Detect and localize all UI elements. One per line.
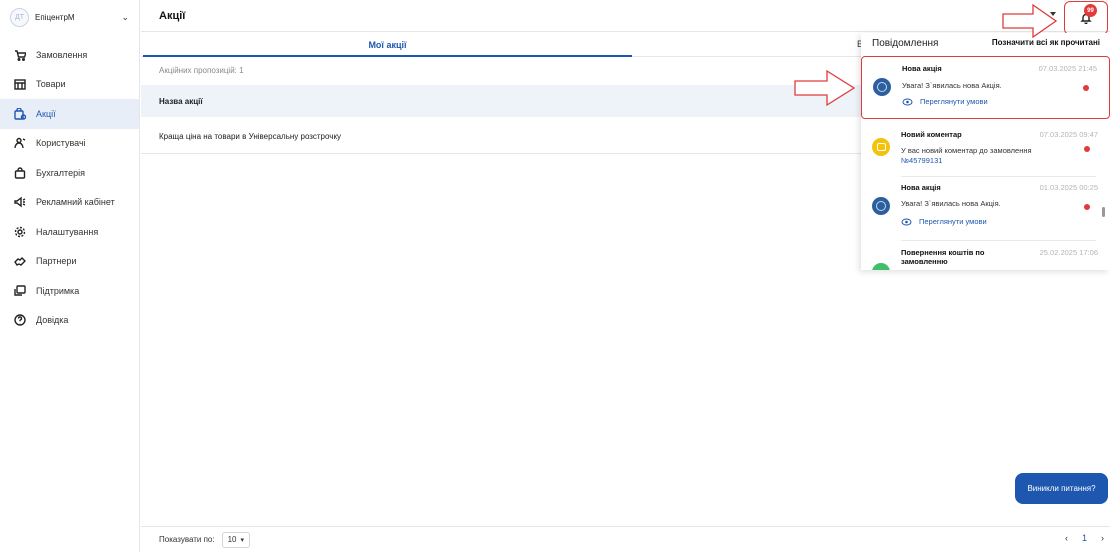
help-icon bbox=[13, 313, 27, 327]
annotation-arrow-icon bbox=[1002, 3, 1058, 39]
sidebar-item-products[interactable]: Товари bbox=[0, 70, 139, 100]
cart-icon bbox=[13, 48, 27, 62]
notification-item[interactable]: Нова акція 01.03.2025 00:25 Увага! З`яви… bbox=[861, 179, 1110, 237]
sidebar-item-label: Замовлення bbox=[36, 49, 88, 60]
help-chat-button[interactable]: Виникли питання? bbox=[1015, 473, 1108, 504]
per-page-select[interactable]: 10 ▾ bbox=[221, 531, 251, 548]
mark-all-read-button[interactable]: Позначити всі як прочитані bbox=[992, 38, 1100, 47]
bag-icon bbox=[13, 166, 27, 180]
sidebar-item-label: Партнери bbox=[36, 256, 77, 267]
notifications-title: Повідомлення bbox=[872, 37, 939, 49]
sidebar-item-orders[interactable]: Замовлення bbox=[0, 40, 139, 70]
support-icon bbox=[13, 284, 27, 298]
prev-page-icon[interactable]: ‹ bbox=[1065, 533, 1068, 543]
notifications-button[interactable]: 99 bbox=[1064, 1, 1108, 35]
gear-icon bbox=[13, 225, 27, 239]
handshake-icon bbox=[13, 254, 27, 268]
divider bbox=[901, 240, 1096, 241]
notification-text: У вас новий коментар до замовлення №4579… bbox=[901, 146, 1071, 166]
view-terms-label: Переглянути умови bbox=[919, 217, 987, 226]
notification-item[interactable]: Повернення коштів по замовленню 25.02.20… bbox=[861, 245, 1110, 270]
per-page-label: Показувати по: bbox=[159, 535, 215, 544]
notification-date: 25.02.2025 17:06 bbox=[1039, 248, 1098, 257]
comment-icon bbox=[872, 138, 890, 156]
sidebar-item-label: Товари bbox=[36, 79, 66, 90]
users-icon bbox=[13, 136, 27, 150]
notification-date: 07.03.2025 21:45 bbox=[1038, 64, 1097, 73]
unread-dot bbox=[1084, 204, 1090, 210]
chevron-down-icon: ⌄ bbox=[121, 11, 129, 22]
page-header: Акції bbox=[141, 0, 1110, 32]
promo-icon bbox=[872, 197, 890, 215]
page-title: Акції bbox=[159, 9, 186, 22]
account-switcher[interactable]: ДТ ЕпіцентрМ ⌄ bbox=[0, 0, 139, 34]
sidebar-item-users[interactable]: Користувачі bbox=[0, 129, 139, 159]
order-link[interactable]: №45799131 bbox=[901, 156, 942, 165]
sidebar-item-label: Налаштування bbox=[36, 226, 99, 237]
sidebar-item-label: Бухгалтерія bbox=[36, 167, 85, 178]
tab-my-promotions[interactable]: Мої акції bbox=[143, 33, 632, 57]
chevron-down-icon: ▾ bbox=[240, 536, 245, 544]
next-page-icon[interactable]: › bbox=[1101, 533, 1104, 543]
pager: ‹ 1 › bbox=[1065, 533, 1104, 543]
eye-icon bbox=[901, 218, 912, 225]
sidebar-item-label: Користувачі bbox=[36, 138, 86, 149]
refund-icon bbox=[872, 263, 890, 270]
notifications-panel: Повідомлення Позначити всі як прочитані … bbox=[861, 33, 1110, 270]
notification-item[interactable]: Нова акція 07.03.2025 21:45 Увага! З`яви… bbox=[861, 56, 1110, 119]
sidebar-item-help[interactable]: Довідка bbox=[0, 306, 139, 336]
table-header: Назва акції bbox=[141, 85, 861, 117]
megaphone-icon bbox=[13, 195, 27, 209]
store-icon bbox=[13, 77, 27, 91]
promo-tabs: Мої акції В bbox=[141, 33, 863, 57]
scrollbar[interactable] bbox=[1102, 207, 1105, 217]
per-page-value: 10 bbox=[227, 535, 237, 544]
sidebar-item-label: Довідка bbox=[36, 315, 69, 326]
notification-text: Увага! З`явилась нова Акція. bbox=[901, 199, 1001, 208]
divider bbox=[901, 176, 1096, 177]
unread-dot bbox=[1084, 146, 1090, 152]
view-terms-link[interactable]: Переглянути умови bbox=[902, 97, 988, 106]
notification-text: Увага! З`явилась нова Акція. bbox=[902, 81, 1002, 90]
sidebar-item-settings[interactable]: Налаштування bbox=[0, 217, 139, 247]
sidebar: ДТ ЕпіцентрМ ⌄ Замовлення Товари Акції К… bbox=[0, 0, 140, 552]
notification-text-body: У вас новий коментар до замовлення bbox=[901, 146, 1032, 155]
notification-title: Новий коментар bbox=[901, 130, 962, 139]
avatar: ДТ bbox=[10, 7, 29, 27]
notification-item[interactable]: Новий коментар 07.03.2025 09:47 У вас но… bbox=[861, 126, 1110, 176]
notification-date: 07.03.2025 09:47 bbox=[1039, 130, 1098, 139]
notification-title: Нова акція bbox=[901, 183, 941, 192]
notifications-header: Повідомлення Позначити всі як прочитані bbox=[861, 33, 1110, 53]
promo-bag-icon bbox=[13, 107, 27, 121]
sidebar-item-label: Рекламний кабінет bbox=[36, 197, 115, 208]
sidebar-item-support[interactable]: Підтримка bbox=[0, 276, 139, 306]
unread-dot bbox=[1083, 85, 1089, 91]
sidebar-item-accounting[interactable]: Бухгалтерія bbox=[0, 158, 139, 188]
sidebar-item-label: Підтримка bbox=[36, 285, 80, 296]
notification-date: 01.03.2025 00:25 bbox=[1039, 183, 1098, 192]
promo-icon bbox=[873, 78, 891, 96]
tab-active-indicator bbox=[143, 55, 632, 57]
sidebar-item-ad-cabinet[interactable]: Рекламний кабінет bbox=[0, 188, 139, 218]
notification-title: Повернення коштів по замовленню bbox=[901, 248, 985, 266]
view-terms-link[interactable]: Переглянути умови bbox=[901, 217, 987, 226]
eye-icon bbox=[902, 98, 913, 105]
sidebar-item-label: Акції bbox=[36, 108, 56, 119]
sidebar-item-promotions[interactable]: Акції bbox=[0, 99, 139, 129]
notification-title: Нова акція bbox=[902, 64, 942, 73]
current-page[interactable]: 1 bbox=[1082, 533, 1087, 543]
notification-count-badge: 99 bbox=[1084, 4, 1097, 17]
annotation-arrow-icon bbox=[794, 69, 856, 107]
pagination-bar: Показувати по: 10 ▾ ‹ 1 › bbox=[141, 526, 1110, 552]
account-name: ЕпіцентрМ bbox=[35, 12, 75, 22]
table-row[interactable]: Краща ціна на товари в Універсальну розс… bbox=[141, 119, 861, 154]
view-terms-label: Переглянути умови bbox=[920, 97, 988, 106]
promo-count: Акційних пропозицій: 1 bbox=[159, 66, 244, 75]
sidebar-nav: Замовлення Товари Акції Користувачі Бухг… bbox=[0, 40, 139, 335]
sidebar-item-partners[interactable]: Партнери bbox=[0, 247, 139, 277]
